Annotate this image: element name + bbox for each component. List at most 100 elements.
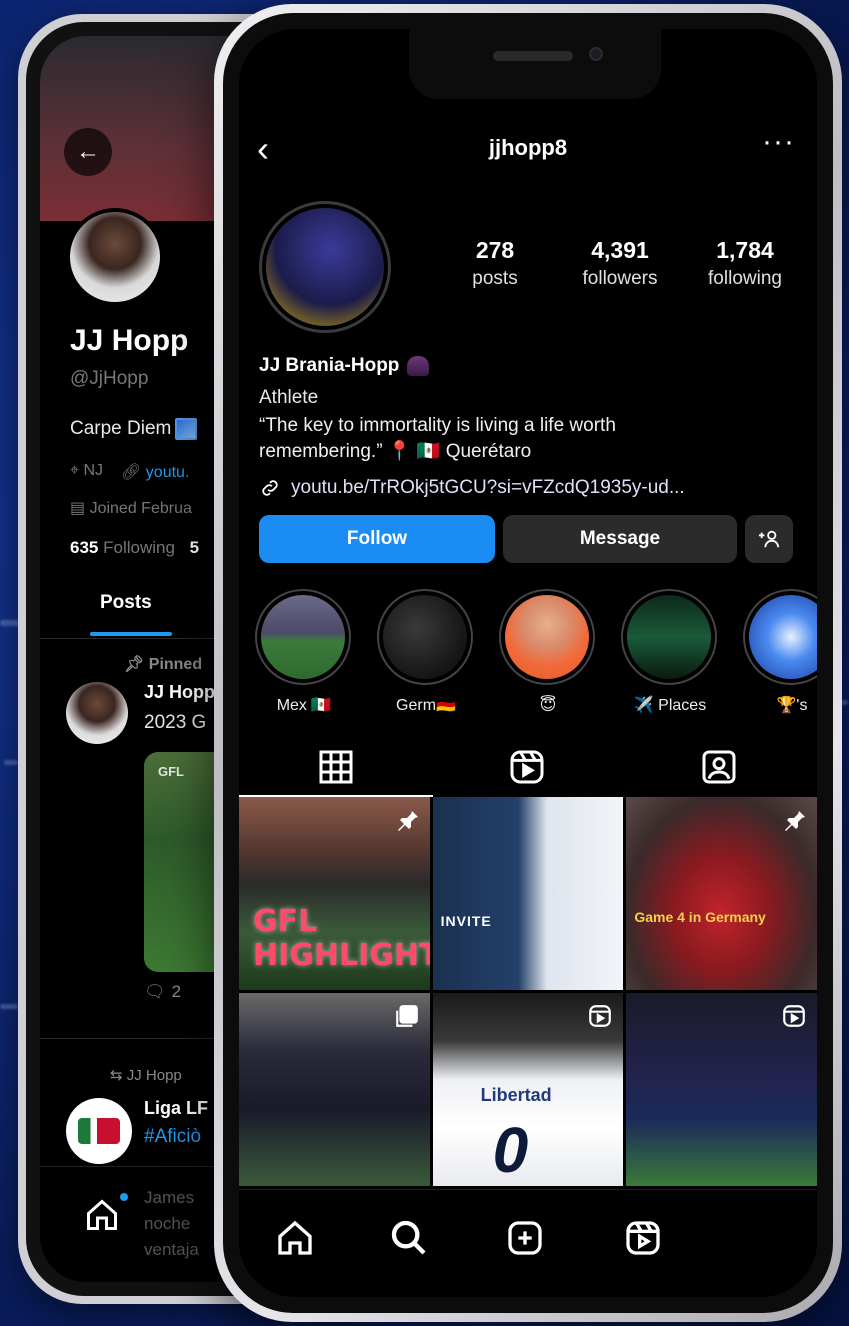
post-overlay-line: GFL — [253, 904, 318, 939]
followers-count-partial: 5 — [189, 538, 200, 557]
instagram-profile-screen: ‹ jjhopp8 ··· 278 posts 4,391 followers … — [239, 29, 817, 1297]
reels-nav-icon[interactable] — [623, 1218, 663, 1258]
tweet-author: JJ Hopp — [144, 682, 216, 702]
back-button[interactable]: ← — [64, 128, 112, 176]
stat-number: 1,784 — [716, 237, 774, 263]
story-highlights: Mex 🇲🇽 Germ🇩🇪 😇 ✈️ Places 🏆's — [255, 589, 817, 719]
highlight-item[interactable]: 😇 — [499, 589, 597, 715]
calendar-icon: ▤ — [70, 500, 86, 517]
following-label: Following — [103, 538, 175, 557]
bottom-navigation — [239, 1189, 817, 1297]
highlight-item[interactable]: 🏆's — [743, 589, 817, 715]
faded-line: James — [144, 1188, 195, 1207]
highlight-label: Germ🇩🇪 — [396, 697, 456, 714]
post-overlay-text: Libertad — [480, 1085, 552, 1105]
pin-icon: 📌︎ — [124, 656, 145, 673]
home-icon[interactable] — [84, 1197, 120, 1233]
highlight-label: 🏆's — [776, 697, 808, 714]
add-post-icon[interactable] — [505, 1218, 545, 1258]
carousel-icon — [395, 1005, 418, 1027]
repost-icon: ⇆ — [110, 1067, 123, 1084]
profile-meta: ⌖ NJ 🔗︎ youtu. — [70, 462, 189, 482]
tab-posts[interactable]: Posts — [100, 592, 152, 614]
profile-link[interactable]: youtu.be/TrROkj5tGCU?si=vFZcdQ1935y-ud..… — [259, 477, 685, 499]
reply-count: 2 — [171, 982, 182, 1001]
background-streak — [0, 1004, 18, 1009]
highlight-label: 😇 — [539, 697, 557, 714]
post-overlay-text: Game 4 in Germany — [634, 909, 766, 925]
liga-hashtag[interactable]: #Aficiò — [144, 1126, 201, 1148]
profile-link-text: youtu. — [145, 464, 190, 481]
highlight-item[interactable]: Mex 🇲🇽 — [255, 589, 353, 715]
profile-handle: @JjHopp — [70, 368, 149, 389]
highlight-cover — [749, 595, 817, 679]
grid-post[interactable] — [626, 993, 817, 1186]
media-watermark: GFL — [158, 764, 184, 779]
grid-post[interactable] — [239, 993, 430, 1186]
home-icon[interactable] — [275, 1218, 315, 1258]
front-phone: ‹ jjhopp8 ··· 278 posts 4,391 followers … — [214, 4, 842, 1322]
faded-tweet-preview: James noche ventaja — [144, 1185, 199, 1263]
pinned-icon — [785, 809, 805, 831]
highlight-item[interactable]: Germ🇩🇪 — [377, 589, 475, 715]
post-grid: GFL HIGHLIGHTS INVITE Game 4 in Germany … — [239, 797, 817, 1186]
add-user-button[interactable] — [745, 515, 793, 563]
background-streak — [4, 760, 18, 765]
grid-icon[interactable] — [316, 747, 356, 787]
phone-notch — [409, 29, 661, 99]
stat-posts[interactable]: 278 posts — [435, 237, 555, 290]
stat-number: 278 — [475, 237, 515, 263]
stat-following[interactable]: 1,784 following — [685, 237, 805, 290]
follow-button[interactable]: Follow — [259, 515, 495, 563]
location: ⌖ NJ — [70, 462, 103, 482]
message-button[interactable]: Message — [503, 515, 737, 563]
highlight-item[interactable]: ✈️ Places — [621, 589, 719, 715]
following-count: 635 — [70, 538, 99, 557]
front-phone-bezel: ‹ jjhopp8 ··· 278 posts 4,391 followers … — [223, 13, 833, 1313]
grid-post[interactable]: Libertad 0 — [432, 993, 624, 1186]
bio-line: “The key to immortality is living a life… — [259, 415, 616, 436]
post-overlay-text: 0 — [492, 1114, 529, 1186]
stat-followers[interactable]: 4,391 followers — [560, 237, 680, 290]
add-user-icon — [758, 530, 780, 548]
grid-post[interactable]: INVITE — [432, 797, 624, 990]
profile-bio: “The key to immortality is living a life… — [259, 413, 779, 465]
avatar[interactable] — [66, 208, 164, 306]
reels-icon[interactable] — [507, 747, 547, 787]
arrow-left-icon: ← — [76, 138, 100, 165]
reply-button[interactable]: 🗨︎ 2 — [144, 982, 181, 1002]
notification-dot — [120, 1193, 128, 1201]
pinned-text: Pinned — [148, 656, 203, 673]
post-overlay-line: HIGHLIGHTS — [253, 938, 430, 973]
bio-line: remembering.” 📍 🇲🇽 Querétaro — [259, 441, 532, 462]
full-name-text: JJ Brania-Hopp — [259, 355, 400, 376]
grid-post[interactable]: GFL HIGHLIGHTS — [239, 797, 430, 990]
highlight-label: ✈️ Places — [633, 697, 707, 714]
tweet-text: 2023 G — [144, 712, 207, 733]
profile-link[interactable]: 🔗︎ youtu. — [121, 462, 189, 482]
follow-counts[interactable]: 635 Following 5 — [70, 538, 199, 558]
bio-flag-icon — [175, 418, 198, 440]
stat-number: 4,391 — [591, 237, 649, 263]
liga-logo — [78, 1118, 120, 1144]
search-icon[interactable] — [389, 1218, 429, 1258]
grid-post[interactable]: Game 4 in Germany — [626, 797, 817, 990]
pinned-label: 📌︎ Pinned — [124, 654, 202, 674]
highlight-cover — [261, 595, 345, 679]
speaker — [493, 51, 573, 61]
profile-header: ‹ jjhopp8 ··· — [239, 125, 817, 173]
profile-avatar[interactable] — [259, 201, 391, 333]
highlight-label: Mex 🇲🇽 — [276, 697, 332, 714]
repost-text: JJ Hopp — [126, 1067, 182, 1084]
tweet-avatar[interactable] — [66, 682, 128, 744]
post-overlay-text: GFL HIGHLIGHTS — [253, 905, 430, 973]
repost-label: ⇆ JJ Hopp — [110, 1066, 182, 1084]
tagged-icon[interactable] — [699, 747, 739, 787]
profile-category: Athlete — [259, 387, 319, 408]
joined-date: ▤ Joined Februa — [70, 498, 192, 518]
liga-avatar[interactable] — [66, 1098, 132, 1164]
profile-name: JJ Hopp — [70, 324, 189, 357]
tab-posts-indicator — [90, 632, 172, 636]
more-options-icon[interactable]: ··· — [762, 127, 795, 157]
stat-label: followers — [582, 268, 658, 289]
